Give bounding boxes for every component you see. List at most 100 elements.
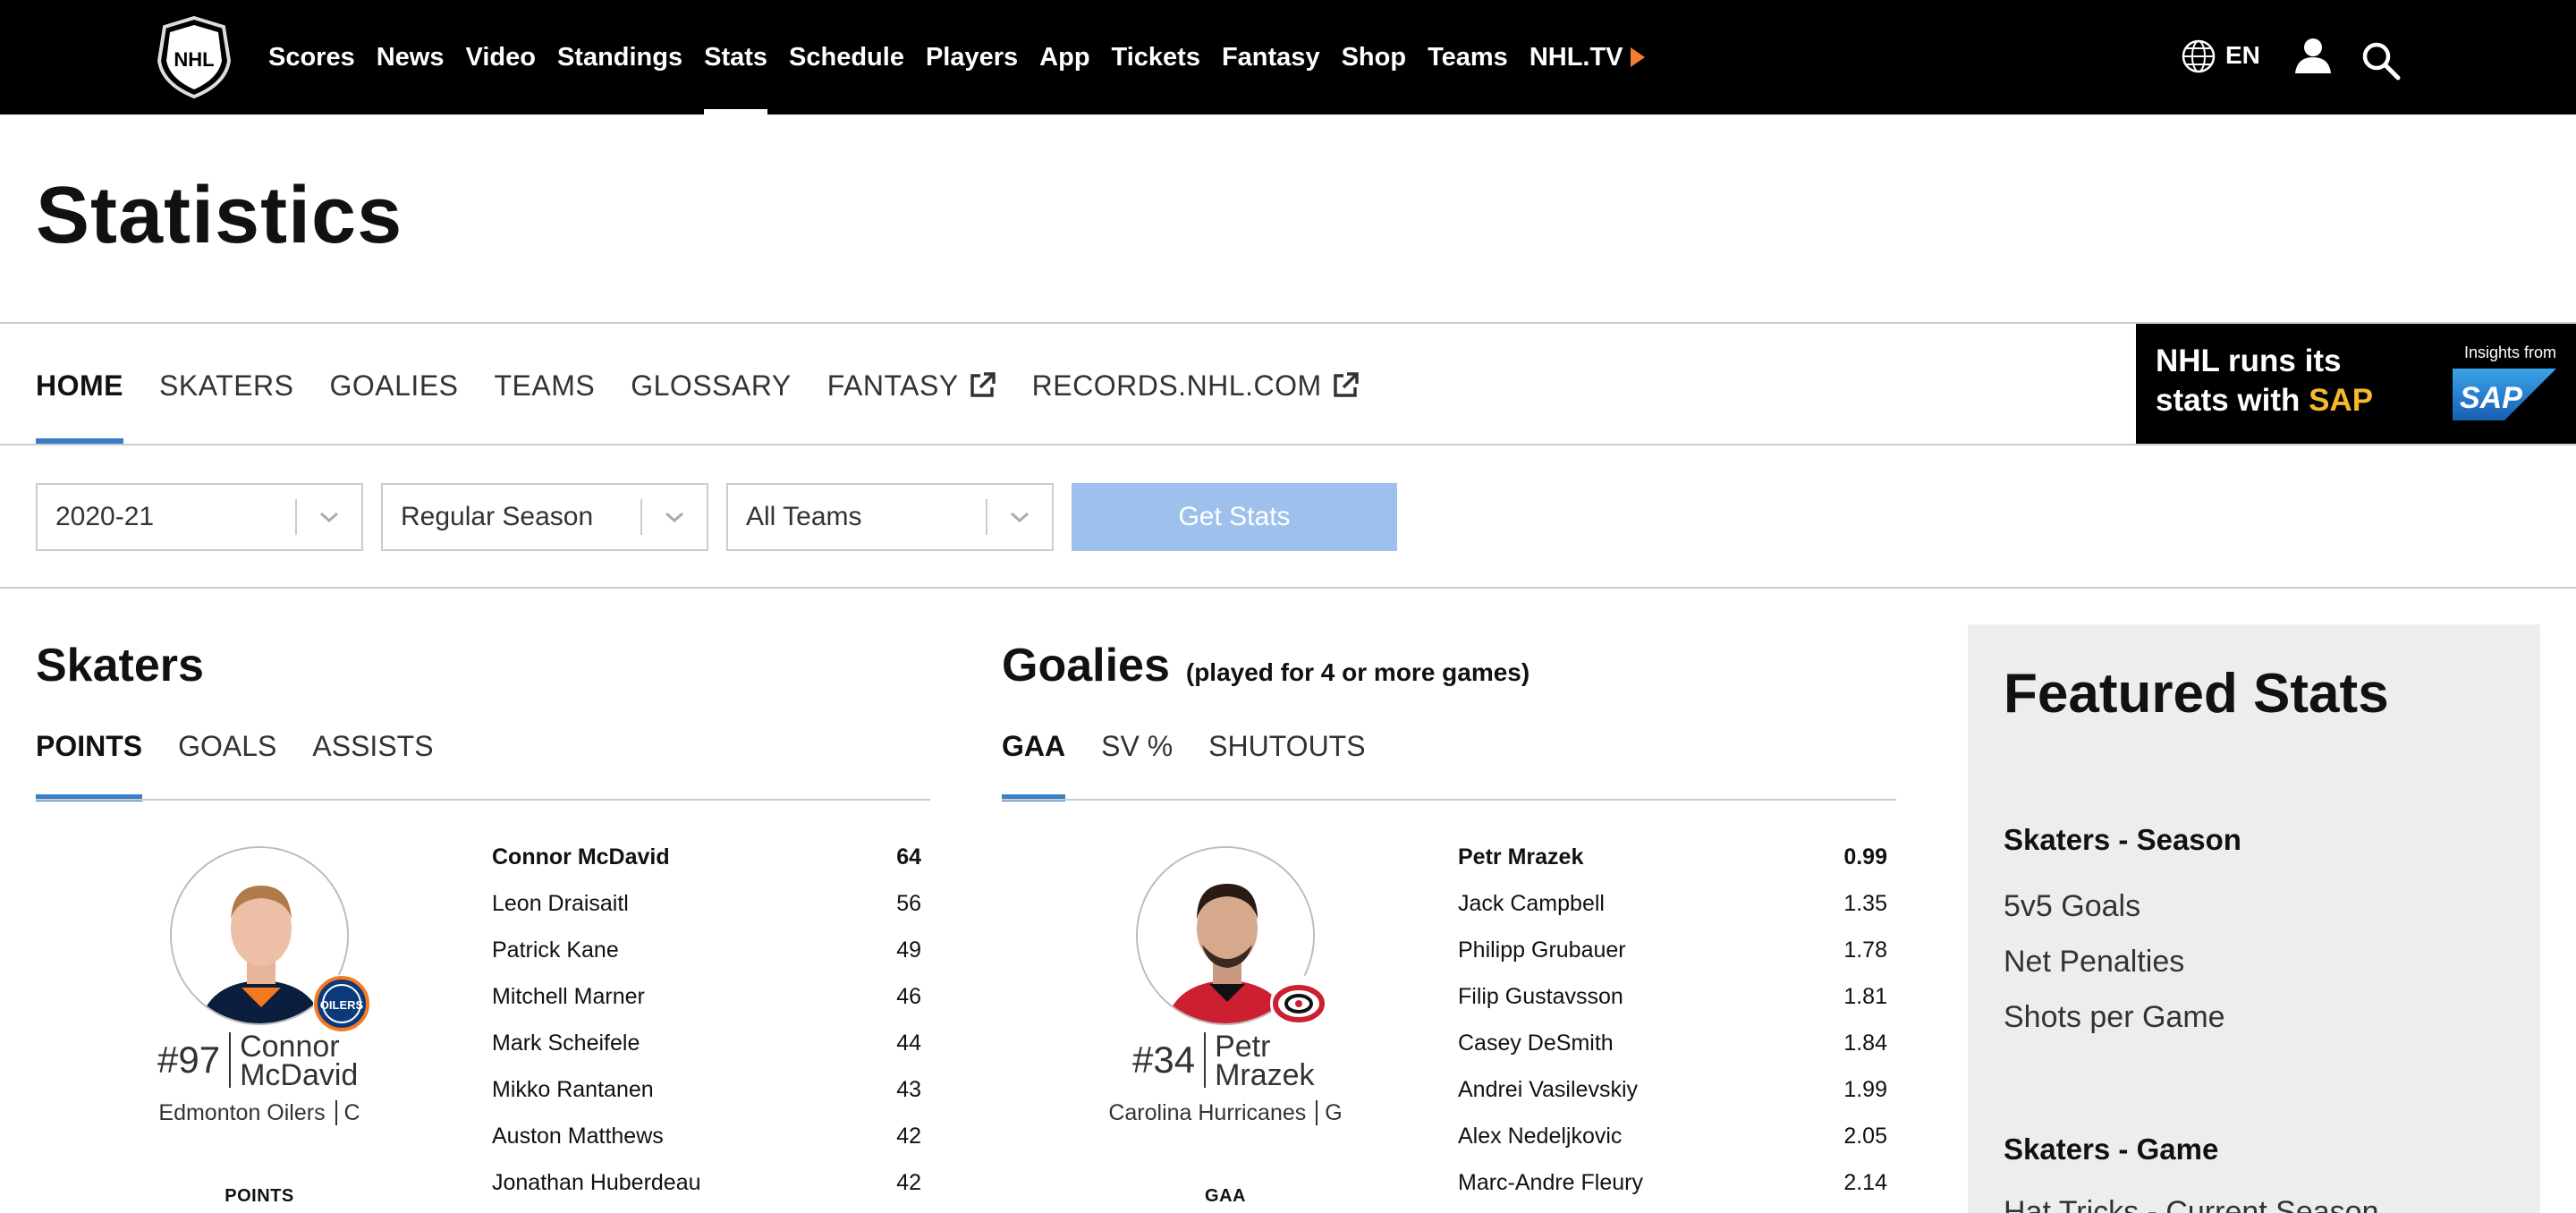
last-name: Mrazek [1215,1058,1315,1092]
featured-player-name[interactable]: #97 Connor McDavid [157,1031,359,1092]
leader-row[interactable]: Connor McDavid 64 [492,844,921,891]
tab-points[interactable]: POINTS [36,716,143,802]
tab-skaters[interactable]: SKATERS [159,326,294,445]
game-type-select[interactable]: Regular Season [381,483,708,551]
page-title: Statistics [36,171,403,260]
last-name: McDavid [240,1058,359,1092]
featured-link[interactable]: Hat Tricks - Current Season [2004,1195,2378,1213]
nav-tickets[interactable]: Tickets [1112,0,1200,115]
leader-value: 0.99 [1843,844,1887,869]
leader-row[interactable]: Marc-Andre Fleury 2.14 [1458,1170,1887,1213]
leader-name: Marc-Andre Fleury [1458,1170,1643,1195]
leader-row[interactable]: Leon Draisaitl 56 [492,891,921,937]
leader-value: 1.81 [1843,984,1887,1009]
player-name: Connor McDavid [231,1031,359,1092]
nav-label: NHL.TV [1529,42,1623,72]
leader-name: Leon Draisaitl [492,891,629,916]
nav-label: Shop [1341,42,1407,72]
nav-players[interactable]: Players [926,0,1018,115]
tab-goals[interactable]: GOALS [178,716,276,802]
leader-row[interactable]: Jonathan Huberdeau 42 [492,1170,921,1213]
tab-fantasy[interactable]: FANTASY [827,326,996,445]
sap-logo-icon: SAP [2453,369,2556,420]
nav-standings[interactable]: Standings [557,0,682,115]
goalies-note: (played for 4 or more games) [1185,658,1530,686]
leader-name: Patrick Kane [492,937,619,963]
featured-player-name[interactable]: #34 Petr Mrazek [1132,1031,1315,1092]
leader-row[interactable]: Alex Nedeljkovic 2.05 [1458,1124,1887,1170]
nav-label: Teams [1428,42,1508,72]
leader-row[interactable]: Petr Mrazek 0.99 [1458,844,1887,891]
tab-label: HOME [36,369,123,402]
language-selector[interactable]: EN [2225,41,2260,70]
get-stats-button[interactable]: Get Stats [1072,483,1397,551]
leader-row[interactable]: Andrei Vasilevskiy 1.99 [1458,1077,1887,1124]
leader-row[interactable]: Mitchell Marner 46 [492,984,921,1031]
leader-row[interactable]: Mikko Rantanen 43 [492,1077,921,1124]
tab-teams[interactable]: TEAMS [495,326,596,445]
chevron-down-icon [297,510,361,524]
sap-ad-banner[interactable]: NHL runs its stats with SAP Insights fro… [2136,324,2576,445]
leader-row[interactable]: Patrick Kane 49 [492,937,921,984]
season-select[interactable]: 2020-21 [36,483,363,551]
oilers-logo-icon: OILERS [313,975,370,1032]
nav-shop[interactable]: Shop [1342,0,1407,115]
leader-name: Petr Mrazek [1458,844,1584,869]
leader-row[interactable]: Philipp Grubauer 1.78 [1458,937,1887,984]
leader-row[interactable]: Casey DeSmith 1.84 [1458,1031,1887,1077]
tabs-divider [1002,799,1896,801]
leader-value: 2.05 [1843,1124,1887,1149]
player-name: Petr Mrazek [1206,1031,1315,1092]
goalies-title: Goalies [1002,640,1170,691]
nav-schedule[interactable]: Schedule [789,0,904,115]
leader-row[interactable]: Filip Gustavsson 1.81 [1458,984,1887,1031]
tab-label: SKATERS [159,369,294,402]
leader-name: Auston Matthews [492,1124,664,1149]
tab-goalies[interactable]: GOALIES [330,326,459,445]
nav-stats[interactable]: Stats [704,0,767,115]
external-link-icon [970,372,996,397]
nhl-logo-icon[interactable]: NHL [154,14,234,100]
globe-icon[interactable] [2181,38,2216,74]
tab-label: FANTASY [826,369,959,402]
nav-nhltv[interactable]: NHL.TV [1530,0,1645,115]
nav-video[interactable]: Video [466,0,536,115]
team-name: Edmonton Oilers [158,1100,326,1125]
tab-label: GLOSSARY [631,369,792,402]
jersey-number: #34 [1132,1032,1207,1088]
tab-home[interactable]: HOME [36,326,123,445]
nav-fantasy[interactable]: Fantasy [1222,0,1320,115]
leader-row[interactable]: Mark Scheifele 44 [492,1031,921,1077]
leader-name: Filip Gustavsson [1458,984,1623,1009]
tabs-divider [36,799,930,801]
user-icon[interactable] [2293,36,2333,75]
nav-teams[interactable]: Teams [1428,0,1508,115]
nav-app[interactable]: App [1039,0,1089,115]
featured-link[interactable]: Shots per Game [2004,1000,2225,1035]
tab-shutouts[interactable]: SHUTOUTS [1208,716,1365,802]
hurricanes-logo-icon [1270,975,1327,1032]
tab-records[interactable]: RECORDS.NHL.COM [1032,326,1360,445]
svg-text:SAP: SAP [2460,381,2522,415]
nav-label: App [1039,42,1090,72]
search-icon[interactable] [2361,41,2401,81]
tab-assists[interactable]: ASSISTS [312,716,433,802]
leader-name: Connor McDavid [492,844,670,869]
leader-row[interactable]: Jack Campbell 1.35 [1458,891,1887,937]
featured-link[interactable]: Net Penalties [2004,945,2184,980]
tab-sv-pct[interactable]: SV % [1101,716,1173,802]
tab-gaa[interactable]: GAA [1002,716,1066,802]
ad-text-part: stats with [2156,383,2309,418]
divider [0,444,2576,445]
nav-news[interactable]: News [377,0,445,115]
leader-name: Casey DeSmith [1458,1031,1614,1056]
nav-scores[interactable]: Scores [268,0,355,115]
chevron-down-icon [987,510,1052,524]
tab-glossary[interactable]: GLOSSARY [631,326,791,445]
featured-link[interactable]: 5v5 Goals [2004,889,2140,924]
team-select[interactable]: All Teams [726,483,1054,551]
tab-label: TEAMS [494,369,596,402]
leader-value: 46 [896,984,921,1009]
featured-section-heading: Skaters - Game [2004,1132,2219,1166]
leader-row[interactable]: Auston Matthews 42 [492,1124,921,1170]
